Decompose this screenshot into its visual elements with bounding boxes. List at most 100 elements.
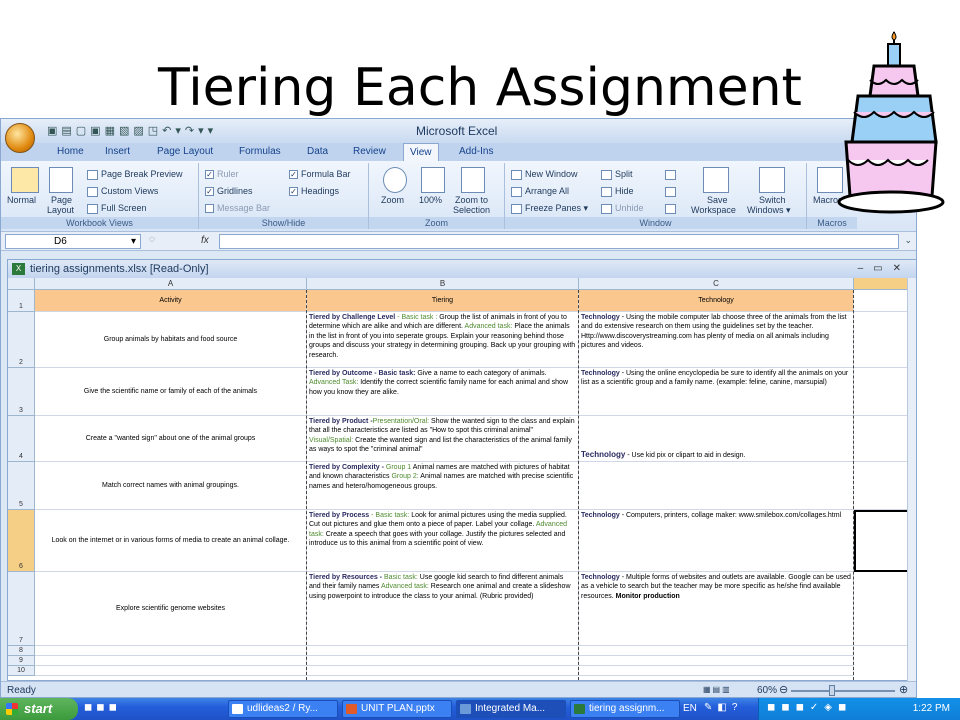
save-workspace-button[interactable]: Save (707, 195, 728, 205)
save-workspace-icon[interactable] (703, 167, 729, 193)
cell-c9[interactable] (579, 656, 854, 666)
hide-button[interactable]: Hide (601, 186, 634, 197)
cell-a8[interactable] (35, 646, 307, 656)
ruler-checkbox[interactable]: ✓ Ruler (205, 169, 239, 180)
row-header-7[interactable]: 7 (8, 572, 35, 646)
page-layout-button-line2[interactable]: Layout (47, 205, 74, 215)
zoom-slider-track[interactable] (791, 690, 895, 692)
language-indicator[interactable]: EN (683, 703, 697, 714)
cell-d1[interactable] (854, 290, 910, 312)
technology-cell[interactable] (579, 462, 854, 510)
language-bar-icons[interactable]: ✎◧? (704, 702, 742, 713)
zoom-button[interactable]: Zoom (381, 195, 404, 205)
column-header-b[interactable]: B (307, 278, 579, 290)
zoom-100-icon[interactable] (421, 167, 445, 193)
cell-b8[interactable] (307, 646, 579, 656)
switch-windows-button-line2[interactable]: Windows ▾ (747, 205, 791, 216)
formula-input[interactable] (219, 234, 899, 249)
headings-checkbox[interactable]: ✓ Headings (289, 186, 339, 197)
technology-cell[interactable]: Technology - Computers, printers, collag… (579, 510, 854, 572)
cell-a10[interactable] (35, 666, 307, 676)
tab-formulas[interactable]: Formulas (233, 145, 287, 158)
fx-button[interactable]: fx (201, 235, 209, 246)
quick-launch-icons[interactable]: ◼◼◼ (84, 702, 121, 713)
header-cell-activity[interactable]: Activity (35, 290, 307, 312)
switch-windows-button[interactable]: Switch (759, 195, 786, 205)
cell-b10[interactable] (307, 666, 579, 676)
zoom-to-selection-button[interactable]: Zoom to (455, 195, 488, 205)
row-header-2[interactable]: 2 (8, 312, 35, 368)
taskbar-item-powerpoint[interactable]: UNIT PLAN.pptx (342, 700, 452, 718)
zoom-100-button[interactable]: 100% (419, 195, 442, 205)
tiering-cell[interactable]: Tiered by Product -Presentation/Oral: Sh… (307, 416, 579, 462)
row-header-5[interactable]: 5 (8, 462, 35, 510)
workbook-window-controls[interactable]: –▭✕ (858, 260, 911, 278)
vertical-scrollbar[interactable] (907, 278, 916, 682)
start-button[interactable]: start (0, 698, 78, 720)
activity-cell[interactable]: Match correct names with animal grouping… (35, 462, 307, 510)
row-header-9[interactable]: 9 (8, 656, 35, 666)
view-mode-icons[interactable]: ▦▤▥ (703, 685, 732, 694)
cell-a9[interactable] (35, 656, 307, 666)
page-layout-button[interactable]: Page (51, 195, 72, 205)
column-header-a[interactable]: A (35, 278, 307, 290)
row-header-1[interactable]: 1 (8, 290, 35, 312)
tiering-cell[interactable]: Tiered by Outcome - Basic task: Give a n… (307, 368, 579, 416)
tab-view[interactable]: View (403, 143, 439, 161)
tab-insert[interactable]: Insert (99, 145, 136, 158)
column-header-d[interactable] (854, 278, 910, 290)
row-header-3[interactable]: 3 (8, 368, 35, 416)
activity-cell[interactable]: Give the scientific name or family of ea… (35, 368, 307, 416)
normal-view-button[interactable]: Normal (7, 195, 36, 205)
selected-cell-d6[interactable] (854, 510, 910, 572)
gridlines-checkbox[interactable]: ✓ Gridlines (205, 186, 253, 197)
zoom-to-selection-button-line2[interactable]: Selection (453, 205, 490, 215)
zoom-in-icon[interactable]: ⊕ (899, 683, 908, 696)
quick-access-icons[interactable]: ▣▤▢▣▦▧▨◳↶▾↷▾▾ (47, 124, 217, 137)
taskbar-item-browser[interactable]: udlideas2 / Ry... (228, 700, 338, 718)
name-box-dropdown-icon[interactable]: ▾ (131, 235, 136, 248)
activity-cell[interactable]: Group animals by habitats and food sourc… (35, 312, 307, 368)
formula-bar-checkbox[interactable]: ✓ Formula Bar (289, 169, 351, 180)
zoom-level[interactable]: 60% (757, 685, 777, 696)
zoom-slider-handle[interactable] (829, 685, 835, 696)
switch-windows-icon[interactable] (759, 167, 785, 193)
tab-review[interactable]: Review (347, 145, 392, 158)
tiering-cell[interactable]: Tiered by Complexity - Group 1 Animal na… (307, 462, 579, 510)
cell-b9[interactable] (307, 656, 579, 666)
page-break-preview-button[interactable]: Page Break Preview (87, 169, 183, 180)
zoom-out-icon[interactable]: ⊖ (779, 683, 788, 696)
row-header-4[interactable]: 4 (8, 416, 35, 462)
sync-scroll-icon[interactable] (665, 186, 679, 197)
message-bar-checkbox[interactable]: Message Bar (205, 203, 270, 214)
tab-page-layout[interactable]: Page Layout (151, 145, 219, 158)
tiering-cell[interactable]: Tiered by Resources - Basic task: Use go… (307, 572, 579, 646)
taskbar-item-excel[interactable]: tiering assignm... (570, 700, 680, 718)
tab-home[interactable]: Home (51, 145, 90, 158)
split-button[interactable]: Split (601, 169, 633, 180)
full-screen-button[interactable]: Full Screen (87, 203, 147, 214)
arrange-all-button[interactable]: Arrange All (511, 186, 569, 197)
cell-d2[interactable] (854, 312, 910, 368)
row-header-6[interactable]: 6 (8, 510, 35, 572)
office-button[interactable] (5, 123, 35, 153)
row-header-10[interactable]: 10 (8, 666, 35, 676)
name-box[interactable]: D6 ▾ (5, 234, 141, 249)
taskbar-item-integrated[interactable]: Integrated Ma... (456, 700, 566, 718)
cell-d3[interactable] (854, 368, 910, 416)
unhide-button[interactable]: Unhide (601, 203, 644, 214)
activity-cell[interactable]: Look on the internet or in various forms… (35, 510, 307, 572)
tray-icons[interactable]: ◼◼◼✓◈◼ (767, 702, 852, 713)
formula-cancel-icon[interactable]: ◌ (149, 234, 155, 245)
custom-views-button[interactable]: Custom Views (87, 186, 158, 197)
normal-view-icon[interactable] (11, 167, 39, 193)
select-all-corner[interactable] (8, 278, 35, 290)
cell-d7[interactable] (854, 572, 910, 646)
zoom-icon[interactable] (383, 167, 407, 193)
expand-formula-icon[interactable]: ⌄ (904, 235, 912, 246)
cell-c10[interactable] (579, 666, 854, 676)
activity-cell[interactable]: Explore scientific genome websites (35, 572, 307, 646)
technology-cell[interactable]: Technology - Use kid pix or clipart to a… (579, 416, 854, 462)
reset-window-icon[interactable] (665, 203, 679, 214)
tiering-cell[interactable]: Tiered by Challenge Level - Basic task :… (307, 312, 579, 368)
